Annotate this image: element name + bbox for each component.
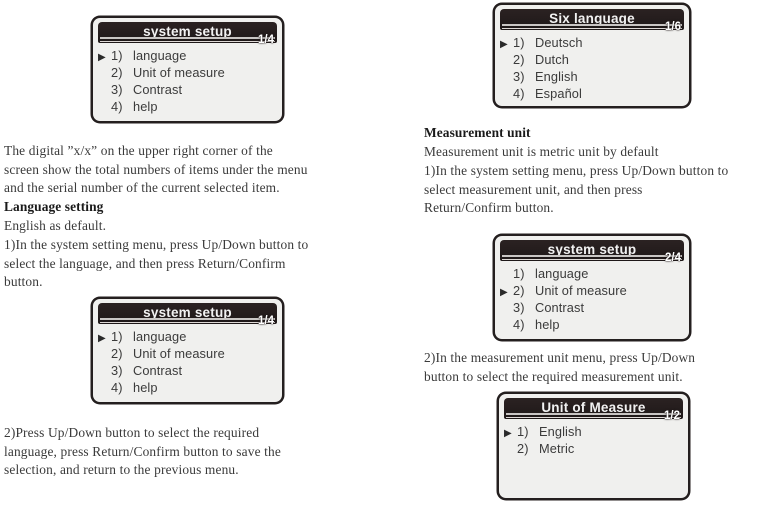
list-item[interactable]: ▶ 1) English	[504, 424, 683, 441]
list-item-label: Deutsch	[535, 35, 583, 50]
list-item[interactable]: ▶ 2) Unit of measure	[500, 283, 684, 300]
list-item-label: Metric	[539, 441, 575, 456]
list-item-label: Español	[535, 86, 582, 101]
list-item[interactable]: 2) Metric	[504, 441, 683, 458]
lcd-page-counter: 2/4	[665, 251, 681, 264]
selection-arrow-icon: ▶	[500, 39, 508, 50]
paragraph-measurement-default: Measurement unit is metric unit by defau…	[424, 144, 659, 159]
list-item[interactable]: 4) help	[500, 317, 684, 334]
list-item-label: Contrast	[133, 363, 183, 378]
list-item-number: 4)	[111, 380, 123, 395]
list-item-label: Contrast	[535, 300, 585, 315]
heading-measurement-unit: Measurement unit	[424, 125, 531, 140]
list-item-number: 4)	[513, 317, 525, 332]
list-item-label: Dutch	[535, 52, 569, 67]
paragraph-english-default: English as default.	[4, 218, 107, 233]
list-item-number: 2)	[517, 441, 529, 456]
list-item[interactable]: 3) Contrast	[98, 82, 277, 99]
list-item-label: help	[133, 380, 158, 395]
list-item-number: 2)	[513, 52, 525, 67]
list-item[interactable]: 4) help	[98, 380, 277, 397]
lcd-title-divider-rules	[502, 255, 682, 260]
list-item-label: Unit of measure	[133, 346, 225, 361]
list-item-number: 1)	[111, 48, 123, 63]
list-item-label: English	[535, 69, 578, 84]
lcd-title-bar: Six language 1/6	[500, 9, 684, 32]
heading-language-setting: Language setting	[4, 199, 104, 214]
paragraph-digital-indicator-note: The digital ”x/x” on the upper right cor…	[4, 143, 308, 196]
lcd-page-counter: 1/4	[258, 33, 274, 46]
list-item-label: help	[535, 317, 560, 332]
list-item-label: language	[133, 48, 187, 63]
list-item-number: 1)	[517, 424, 529, 439]
lcd-title-divider-rules	[502, 24, 682, 29]
list-item[interactable]: 2) Unit of measure	[98, 65, 277, 82]
lcd-menu-list: ▶ 1) English 2) Metric	[504, 419, 683, 458]
lcd-page-counter: 1/6	[665, 20, 681, 33]
list-item-number: 4)	[513, 86, 525, 101]
list-item-label: language	[133, 329, 187, 344]
selection-arrow-icon: ▶	[98, 52, 106, 63]
list-item-number: 1)	[111, 329, 123, 344]
list-item-number: 2)	[111, 65, 123, 80]
lcd-title-bar: Unit of Measure 1/2	[504, 398, 683, 421]
list-item-number: 3)	[513, 300, 525, 315]
list-item-label: English	[539, 424, 582, 439]
list-item-number: 2)	[513, 283, 525, 298]
lcd-page-counter: 1/4	[258, 314, 274, 327]
list-item-label: help	[133, 99, 158, 114]
list-item-number: 3)	[111, 363, 123, 378]
list-item-number: 3)	[513, 69, 525, 84]
list-item[interactable]: 3) Contrast	[500, 300, 684, 317]
lcd-page-counter: 1/2	[664, 409, 680, 422]
selection-arrow-icon: ▶	[98, 333, 106, 344]
lcd-title-divider-rules	[506, 413, 681, 418]
lcd-title-divider-rules	[100, 318, 275, 323]
lcd-menu-list: 1) language ▶ 2) Unit of measure 3) Cont…	[500, 261, 684, 334]
list-item[interactable]: ▶ 1) language	[98, 48, 277, 65]
lcd-menu-list: ▶ 1) language 2) Unit of measure 3) Cont…	[98, 324, 277, 397]
list-item-label: Contrast	[133, 82, 183, 97]
list-item[interactable]: 3) Contrast	[98, 363, 277, 380]
paragraph-language-step-2: 2)Press Up/Down button to select the req…	[4, 425, 281, 478]
list-item-number: 1)	[513, 266, 525, 281]
list-item-number: 2)	[111, 346, 123, 361]
selection-arrow-icon: ▶	[504, 428, 512, 439]
list-item[interactable]: 2) Dutch	[500, 52, 684, 69]
list-item-number: 3)	[111, 82, 123, 97]
selection-arrow-icon: ▶	[500, 287, 508, 298]
list-item[interactable]: 4) Español	[500, 86, 684, 103]
list-item-number: 1)	[513, 35, 525, 50]
paragraph-language-step-1: 1)In the system setting menu, press Up/D…	[4, 237, 309, 290]
lcd-screen-system-setup-2: system setup 2/4 1) language ▶ 2) Unit o…	[493, 234, 691, 341]
paragraph-measurement-step-2: 2)In the measurement unit menu, press Up…	[424, 350, 696, 384]
list-item[interactable]: 4) help	[98, 99, 277, 116]
lcd-title-bar: system setup 1/4	[98, 303, 277, 326]
lcd-screen-system-setup-1: system setup 1/4 ▶ 1) language 2) Unit o…	[91, 16, 284, 123]
list-item-label: language	[535, 266, 589, 281]
lcd-title-bar: system setup 1/4	[98, 22, 277, 45]
list-item[interactable]: 2) Unit of measure	[98, 346, 277, 363]
lcd-screen-system-setup-3: system setup 1/4 ▶ 1) language 2) Unit o…	[91, 297, 284, 404]
list-item-label: Unit of measure	[133, 65, 225, 80]
lcd-menu-list: ▶ 1) language 2) Unit of measure 3) Cont…	[98, 43, 277, 116]
lcd-menu-list: ▶ 1) Deutsch 2) Dutch 3) English 4) Espa…	[500, 30, 684, 103]
list-item[interactable]: 3) English	[500, 69, 684, 86]
paragraph-measurement-step-1: 1)In the system setting menu, press Up/D…	[424, 163, 729, 216]
lcd-screen-six-language: Six language 1/6 ▶ 1) Deutsch 2) Dutch 3…	[493, 3, 691, 108]
list-item-number: 4)	[111, 99, 123, 114]
lcd-title-divider-rules	[100, 37, 275, 42]
list-item-label: Unit of measure	[535, 283, 627, 298]
lcd-title-bar: system setup 2/4	[500, 240, 684, 263]
list-item[interactable]: ▶ 1) language	[98, 329, 277, 346]
list-item[interactable]: ▶ 1) Deutsch	[500, 35, 684, 52]
lcd-screen-unit-of-measure: Unit of Measure 1/2 ▶ 1) English 2) Metr…	[497, 392, 690, 500]
list-item[interactable]: 1) language	[500, 266, 684, 283]
